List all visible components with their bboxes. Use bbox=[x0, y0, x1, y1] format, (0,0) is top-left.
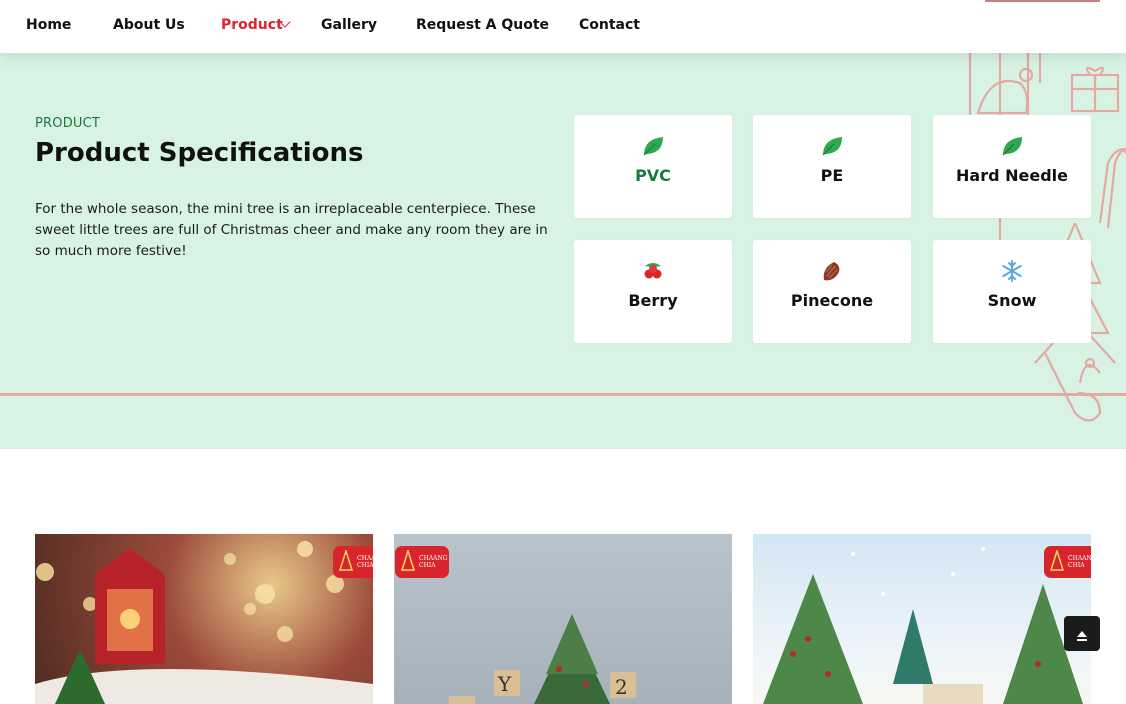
snowy-trees-illustration bbox=[763, 547, 1083, 704]
spec-card-berry[interactable]: Berry bbox=[574, 240, 732, 343]
top-navigation: Home About Us Product Gallery Request A … bbox=[0, 0, 1126, 53]
badge-line-2: CHIA bbox=[419, 562, 436, 569]
leaf-icon bbox=[643, 137, 663, 156]
divider-line bbox=[0, 393, 1126, 396]
gallery-image-tree-with-blocks[interactable]: Y 2 CHAANG CHIA bbox=[394, 534, 732, 704]
berry-icon bbox=[644, 263, 662, 279]
spec-card-pvc[interactable]: PVC bbox=[574, 115, 732, 218]
brand-logo-icon bbox=[338, 550, 354, 571]
nav-request-a-quote[interactable]: Request A Quote bbox=[416, 17, 549, 33]
product-specifications-section: PRODUCT Product Specifications For the w… bbox=[0, 53, 1126, 449]
nav-about-us[interactable]: About Us bbox=[113, 17, 185, 33]
gallery-image-lantern-tree[interactable]: CHAANG CHIA bbox=[35, 534, 373, 704]
spec-card-snow[interactable]: Snow bbox=[933, 240, 1091, 343]
badge-line-2: CHIA bbox=[357, 562, 373, 569]
badge-line-1: CHAANG bbox=[357, 555, 373, 562]
section-title: Product Specifications bbox=[35, 138, 364, 168]
spec-card-hard-needle[interactable]: Hard Needle bbox=[933, 115, 1091, 218]
nav-product[interactable]: Product bbox=[221, 17, 283, 33]
decorative-strip bbox=[985, 0, 1100, 2]
badge-line-1: CHAANG bbox=[419, 555, 448, 562]
spec-card-label: Hard Needle bbox=[956, 166, 1068, 185]
spec-card-label: Pinecone bbox=[790, 291, 874, 310]
brand-logo-icon bbox=[400, 550, 416, 571]
spec-card-label: Snow bbox=[987, 291, 1037, 310]
svg-text:Y: Y bbox=[497, 672, 512, 696]
brand-badge: CHAANG CHIA bbox=[333, 546, 373, 578]
leaf-icon bbox=[1002, 137, 1022, 156]
brand-badge: CHAANG CHIA bbox=[395, 546, 449, 578]
spec-card-pe[interactable]: PE bbox=[753, 115, 911, 218]
section-eyebrow: PRODUCT bbox=[35, 116, 101, 131]
svg-text:2: 2 bbox=[615, 675, 628, 699]
nav-gallery[interactable]: Gallery bbox=[321, 17, 377, 33]
section-description: For the whole season, the mini tree is a… bbox=[35, 201, 548, 259]
spec-card-pinecone[interactable]: Pinecone bbox=[753, 240, 911, 343]
lantern-scene-illustration bbox=[35, 541, 373, 704]
snowflake-icon bbox=[1002, 260, 1022, 282]
back-to-top-button[interactable] bbox=[1064, 616, 1100, 651]
brand-badge: CHAANG CHIA bbox=[1044, 546, 1091, 578]
nav-home[interactable]: Home bbox=[26, 17, 71, 33]
pinecone-icon bbox=[823, 262, 840, 281]
nav-contact[interactable]: Contact bbox=[579, 17, 640, 33]
brand-logo-icon bbox=[1049, 550, 1065, 571]
leaf-icon bbox=[822, 137, 842, 156]
badge-line-1: CHAANG bbox=[1068, 555, 1091, 562]
spec-card-label: PVC bbox=[635, 166, 671, 185]
gallery-image-snowy-trees[interactable]: CHAANG CHIA bbox=[753, 534, 1091, 704]
badge-line-2: CHIA bbox=[1068, 562, 1085, 569]
arrow-up-icon bbox=[1077, 631, 1087, 641]
spec-card-label: Berry bbox=[628, 291, 678, 310]
spec-card-label: PE bbox=[820, 166, 844, 185]
